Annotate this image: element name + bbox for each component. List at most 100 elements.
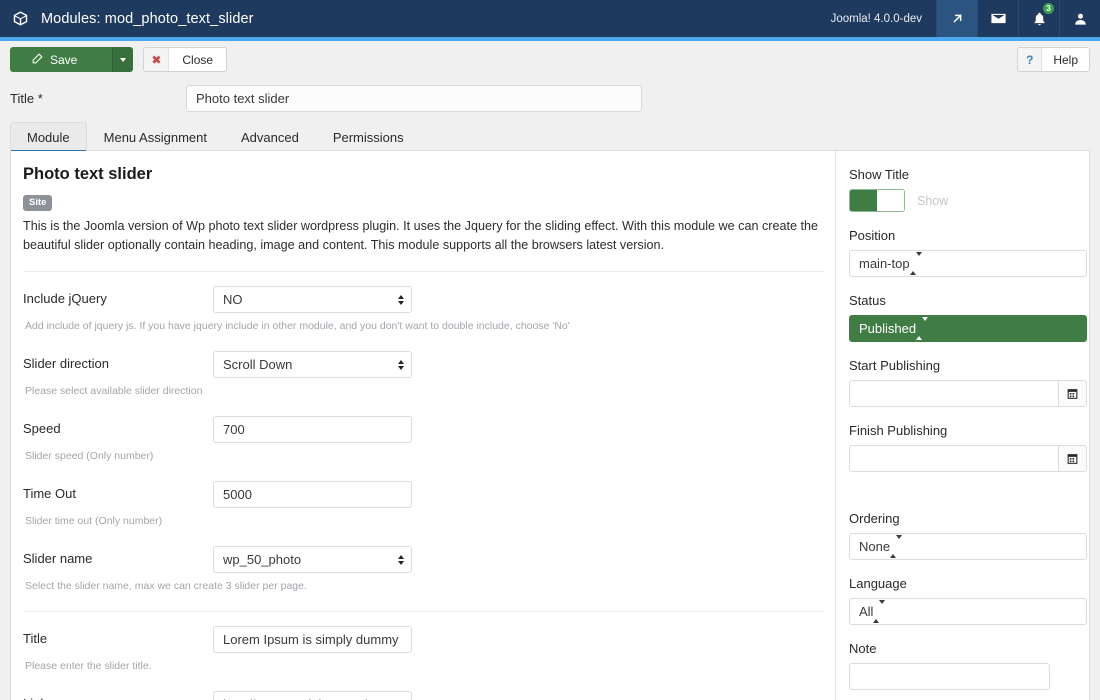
tab-advanced[interactable]: Advanced: [224, 122, 316, 151]
field-label: Title: [23, 631, 48, 646]
start-publishing-input[interactable]: [849, 380, 1058, 407]
field-label: Slider name: [23, 551, 93, 566]
position-label: Position: [849, 228, 896, 243]
slider-direction-select[interactable]: Scroll Down: [213, 351, 412, 378]
tab-permissions[interactable]: Permissions: [316, 122, 421, 151]
slider-name-value: wp_50_photo: [223, 552, 302, 567]
section-divider: [23, 611, 825, 612]
start-publishing-label: Start Publishing: [849, 358, 941, 373]
note-input[interactable]: [849, 663, 1050, 690]
field-help: Slider time out (Only number): [25, 515, 163, 527]
calendar-icon[interactable]: [1058, 380, 1087, 407]
note-block: Note: [849, 641, 1087, 690]
finish-publishing-label: Finish Publishing: [849, 423, 948, 438]
chevron-updown-icon: [873, 600, 886, 623]
field-help: Select the slider name, max we can creat…: [25, 580, 307, 592]
chevron-down-icon: [119, 57, 126, 62]
show-title-toggle-text: Show: [917, 193, 949, 208]
include-jquery-select[interactable]: NO: [213, 286, 412, 313]
field-label: Speed: [23, 421, 61, 436]
field-slider-name: Slider name wp_50_photo: [23, 546, 826, 573]
module-edit-panel: Photo text slider Site This is the Jooml…: [10, 151, 1090, 700]
save-button-group: Save: [10, 47, 134, 72]
note-label: Note: [849, 641, 877, 656]
chevron-updown-icon: [909, 252, 922, 275]
help-button[interactable]: ? Help: [1017, 47, 1090, 72]
ordering-label: Ordering: [849, 511, 900, 526]
link-input[interactable]: [213, 691, 412, 700]
status-badge: Site: [23, 195, 53, 211]
envelope-icon[interactable]: [977, 0, 1018, 37]
close-icon: ✖: [144, 48, 170, 71]
show-title-block: Show Title Show: [849, 167, 1087, 212]
language-label: Language: [849, 576, 907, 591]
finish-publishing-input[interactable]: [849, 445, 1058, 472]
notification-badge: 3: [1043, 3, 1054, 14]
toggle-on-segment: [850, 190, 877, 211]
app-header: Modules: mod_photo_text_slider Joomla! 4…: [0, 0, 1100, 37]
field-label: Include jQuery: [23, 291, 107, 306]
show-title-toggle[interactable]: [849, 189, 905, 212]
time-out-input[interactable]: [213, 481, 412, 508]
app-header-left: Modules: mod_photo_text_slider: [0, 0, 819, 37]
position-value: main-top: [859, 256, 910, 271]
tab-module[interactable]: Module: [10, 122, 87, 152]
field-help: Please select available slider direction: [25, 385, 203, 397]
save-button-label: Save: [50, 52, 78, 67]
module-description: This is the Joomla version of Wp photo t…: [23, 219, 818, 252]
include-jquery-value: NO: [223, 292, 243, 307]
title-input[interactable]: [186, 85, 642, 112]
tab-menu-assignment[interactable]: Menu Assignment: [87, 122, 224, 151]
field-slider-direction: Slider direction Scroll Down: [23, 351, 826, 378]
tab-menu-assignment-label: Menu Assignment: [103, 129, 207, 145]
module-options-sidebar: Show Title Show Position main-top Status: [835, 151, 1089, 700]
field-label: Time Out: [23, 486, 76, 501]
slider-title-input[interactable]: [213, 626, 412, 653]
status-select[interactable]: Published: [849, 315, 1087, 342]
question-mark-icon: ?: [1018, 48, 1043, 71]
start-publishing-block: Start Publishing: [849, 358, 1087, 407]
title-label: Title *: [10, 91, 43, 106]
app-header-right: Joomla! 4.0.0-dev 3: [819, 0, 1100, 37]
field-time-out: Time Out: [23, 481, 826, 508]
field-help: Slider speed (Only number): [25, 450, 154, 462]
page-title: Modules: mod_photo_text_slider: [41, 10, 254, 27]
close-button[interactable]: ✖ Close: [143, 47, 228, 72]
field-link: Link: [23, 691, 826, 700]
field-include-jquery: Include jQuery NO: [23, 286, 826, 313]
joomla-version-label: Joomla! 4.0.0-dev: [830, 12, 922, 25]
field-speed: Speed: [23, 416, 826, 443]
chevron-updown-icon: [398, 554, 404, 565]
slider-name-select[interactable]: wp_50_photo: [213, 546, 412, 573]
help-button-label: Help: [1053, 52, 1078, 67]
close-button-label: Close: [182, 52, 214, 67]
tab-permissions-label: Permissions: [332, 129, 404, 145]
calendar-icon[interactable]: [1058, 445, 1087, 472]
position-select[interactable]: main-top: [849, 250, 1087, 277]
module-settings-column: Photo text slider Site This is the Jooml…: [11, 151, 826, 700]
save-button[interactable]: Save: [10, 47, 113, 72]
section-divider: [23, 271, 825, 272]
bell-icon[interactable]: 3: [1018, 0, 1059, 37]
status-block: Status Published: [849, 293, 1087, 342]
tab-advanced-label: Advanced: [240, 129, 299, 145]
language-select[interactable]: All: [849, 598, 1087, 625]
field-label: Slider direction: [23, 356, 109, 371]
finish-publishing-block: Finish Publishing: [849, 423, 1087, 472]
toggle-off-segment: [877, 190, 904, 211]
field-slider-title: Title: [23, 626, 826, 653]
chevron-updown-icon: [916, 317, 929, 340]
save-dropdown-toggle[interactable]: [112, 47, 134, 72]
field-label: Link: [23, 691, 213, 700]
chevron-updown-icon: [398, 359, 404, 370]
field-help: Please enter the slider title.: [25, 660, 152, 672]
edit-icon: [31, 52, 44, 68]
position-block: Position main-top: [849, 228, 1087, 277]
user-icon[interactable]: [1059, 0, 1100, 37]
language-block: Language All: [849, 576, 1087, 625]
external-link-icon[interactable]: [936, 0, 977, 37]
tab-list: Module Menu Assignment Advanced Permissi…: [10, 122, 1090, 152]
speed-input[interactable]: [213, 416, 412, 443]
ordering-select[interactable]: None: [849, 533, 1087, 560]
